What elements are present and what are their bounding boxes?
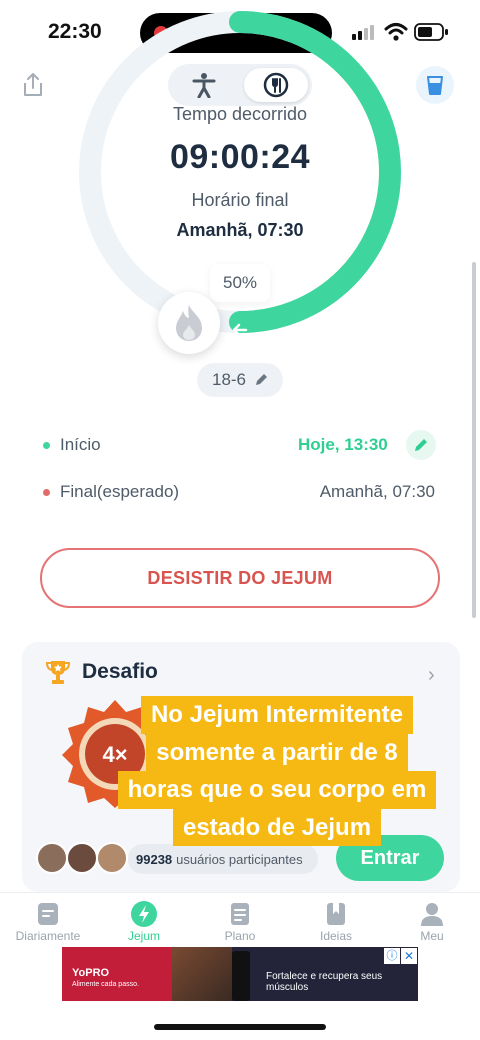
trophy-icon [45,661,71,684]
bookmark-icon [327,903,345,925]
give-up-fast-button[interactable]: DESISTIR DO JEJUM [40,548,440,608]
tab-meu[interactable]: Meu [384,899,480,943]
fasting-stage-button[interactable] [158,292,220,354]
ad-brand: YoPRO [72,967,110,979]
edit-start-button[interactable] [406,430,436,460]
challenge-title: Desafio [82,660,158,683]
elapsed-label: Tempo decorrido [172,104,308,124]
expected-end-value: Amanhã, 07:30 [319,482,435,501]
caption-line: horas que o seu corpo em [117,771,437,809]
tab-label: Diariamente [15,929,81,943]
ad-info-icon[interactable]: ⓘ [384,948,400,964]
start-label: Início [60,435,101,454]
scrollbar[interactable] [472,262,476,618]
plan-icon [231,903,249,925]
chevron-right-icon[interactable]: › [428,664,435,687]
start-value: Hoje, 13:30 [298,435,388,454]
ad-banner[interactable]: YoPRO Alimente cada passo. Fortalece e r… [62,947,418,1001]
tab-label: Jejum [127,929,160,943]
participants-text: usuários participantes [176,851,303,867]
elapsed-time: 09:00:24 [169,138,311,176]
tab-label: Ideias [319,929,353,943]
expected-end-label: Final(esperado) [60,482,180,501]
tab-label: Meu [420,929,444,943]
tab-plano[interactable]: Plano [192,899,288,943]
tab-ideias[interactable]: Ideias [288,899,384,943]
avatar [96,842,128,874]
plan-chip[interactable]: 18-6 [197,363,283,397]
end-dot [43,489,50,496]
participants-pill: 99238 usuários participantes [128,844,318,874]
home-indicator [154,1024,326,1030]
ad-tagline: Alimente cada passo. [72,981,139,988]
start-dot [43,442,50,449]
end-time-label: Horário final [191,190,289,210]
tab-bar: Diariamente Jejum Plano Ideias Meu [0,892,480,951]
caption-line: No Jejum Intermitente [140,696,414,734]
ad-close-icon[interactable]: ✕ [401,948,417,964]
video-caption: No Jejum Intermitente somente a partir d… [106,696,448,846]
tab-jejum[interactable]: Jejum [96,899,192,943]
pencil-icon [415,439,427,451]
caption-line: somente a partir de 8 [146,733,408,771]
tab-label: Plano [224,929,256,943]
profile-icon [421,903,443,926]
plan-label: 18-6 [211,370,247,389]
avatar [36,842,68,874]
caption-line: estado de Jejum [172,808,382,846]
ad-text: Fortalece e recupera seus músculos [266,971,383,993]
end-time-value: Amanhã, 07:30 [176,220,304,240]
flame-icon [176,305,202,341]
bolt-icon [131,901,157,927]
progress-percent: 50% [210,264,270,302]
pencil-icon [256,374,268,385]
avatar [66,842,98,874]
ad-product-image [232,951,250,1001]
tab-diariamente[interactable]: Diariamente [0,899,96,943]
participants-count: 99238 [136,851,173,867]
participant-avatars [36,842,132,876]
journal-icon [38,903,58,925]
ad-image [172,947,232,1001]
